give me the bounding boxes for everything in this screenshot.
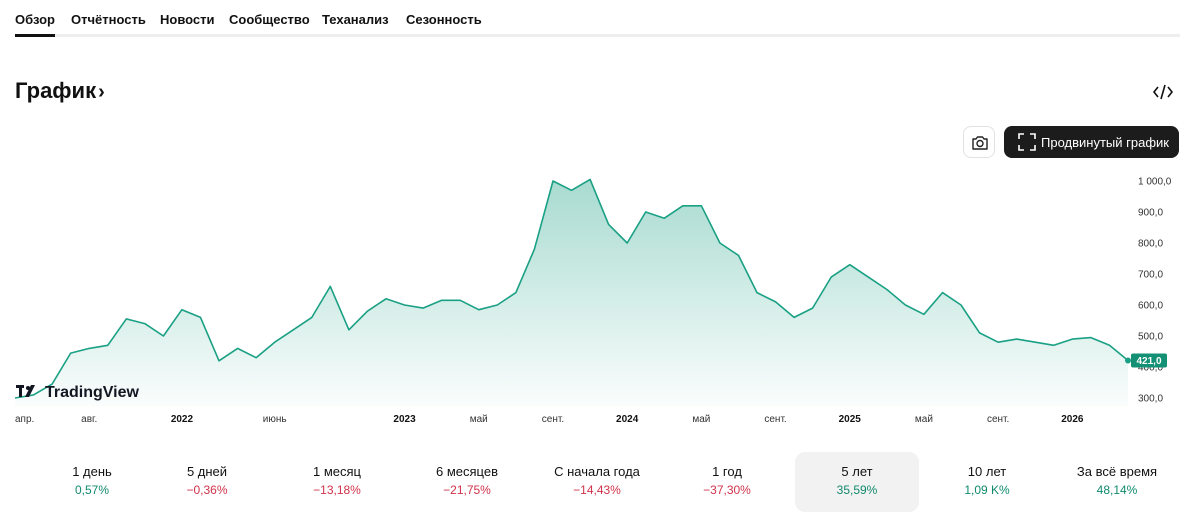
last-price-label: 421,0: [1136, 356, 1161, 367]
code-embed-icon: [1152, 84, 1174, 100]
period-1-month[interactable]: 1 месяц −13,18%: [275, 452, 399, 512]
x-tick-label: 2024: [616, 414, 639, 425]
period-5-years[interactable]: 5 лет 35,59%: [795, 452, 919, 512]
period-label: 5 дней: [186, 464, 228, 479]
period-10-years[interactable]: 10 лет 1,09 K%: [925, 452, 1049, 512]
period-change: 35,59%: [836, 483, 878, 497]
x-axis: апр. авг. 2022 июнь 2023 май сент. 2024 май сент.…: [15, 414, 1084, 425]
x-tick-label: 2025: [839, 414, 862, 425]
tab-reports[interactable]: Отчётность: [71, 12, 146, 27]
x-tick-label: сент.: [542, 414, 564, 425]
period-selector: 1 день 0,57% 5 дней −0,36% 1 месяц −13,1…: [0, 452, 1200, 512]
tab-community[interactable]: Сообщество: [229, 12, 310, 27]
x-tick-label: 2023: [393, 414, 416, 425]
x-tick-label: 2022: [171, 414, 194, 425]
x-tick-label: сент.: [987, 414, 1009, 425]
period-label: 1 день: [72, 464, 112, 479]
period-label: 6 месяцев: [436, 464, 498, 479]
x-tick-label: май: [470, 414, 488, 425]
camera-icon: [972, 136, 988, 150]
tab-technical-analysis[interactable]: Теханализ: [322, 12, 389, 27]
tab-bar-divider: [15, 34, 1180, 37]
y-tick-label: 900,0: [1138, 208, 1163, 219]
tradingview-wordmark: TradingView: [45, 384, 140, 401]
screenshot-button[interactable]: [963, 126, 995, 158]
period-change: −21,75%: [443, 483, 491, 497]
period-change: −37,30%: [703, 483, 751, 497]
period-change: 1,09 K%: [964, 483, 1010, 497]
y-tick-label: 300,0: [1138, 394, 1163, 405]
price-chart[interactable]: 300,0400,0500,0600,0700,0800,0900,01 000…: [0, 160, 1200, 440]
advanced-chart-label: Продвинутый график: [1041, 135, 1169, 150]
period-change: −13,18%: [313, 483, 361, 497]
embed-code-button[interactable]: [1152, 82, 1174, 102]
y-axis: 300,0400,0500,0600,0700,0800,0900,01 000…: [1138, 177, 1172, 405]
period-label: 10 лет: [967, 464, 1007, 479]
period-change: 48,14%: [1096, 483, 1138, 497]
y-tick-label: 600,0: [1138, 301, 1163, 312]
period-label: 1 месяц: [313, 464, 361, 479]
tab-seasonality[interactable]: Сезонность: [406, 12, 482, 27]
last-price-marker: [1125, 357, 1131, 364]
x-tick-label: май: [915, 414, 933, 425]
last-price-badge: 421,0: [1131, 353, 1167, 368]
x-tick-label: май: [692, 414, 710, 425]
period-label: За всё время: [1076, 464, 1158, 479]
x-tick-label: сент.: [764, 414, 786, 425]
tab-news[interactable]: Новости: [160, 12, 215, 27]
chevron-right-icon: ›: [98, 81, 105, 103]
period-change: −14,43%: [573, 483, 621, 497]
period-1-year[interactable]: 1 год −37,30%: [665, 452, 789, 512]
period-ytd[interactable]: С начала года −14,43%: [535, 452, 659, 512]
price-area-fill: [15, 179, 1128, 406]
x-tick-label: июнь: [263, 414, 287, 425]
x-tick-label: апр.: [15, 414, 34, 425]
period-label: С начала года: [554, 464, 640, 479]
chart-section-title[interactable]: График ›: [15, 78, 105, 104]
y-tick-label: 800,0: [1138, 239, 1163, 250]
x-tick-label: 2026: [1061, 414, 1084, 425]
period-1-day[interactable]: 1 день 0,57%: [30, 452, 154, 512]
period-5-days[interactable]: 5 дней −0,36%: [145, 452, 269, 512]
tab-overview[interactable]: Обзор: [15, 12, 55, 37]
fullscreen-icon: [1018, 133, 1036, 151]
y-tick-label: 500,0: [1138, 332, 1163, 343]
period-change: 0,57%: [74, 483, 110, 497]
period-change: −0,36%: [186, 483, 228, 497]
advanced-chart-button[interactable]: Продвинутый график: [1004, 126, 1179, 158]
period-label: 5 лет: [841, 464, 873, 479]
x-tick-label: авг.: [81, 414, 97, 425]
period-6-months[interactable]: 6 месяцев −21,75%: [405, 452, 529, 512]
y-tick-label: 1 000,0: [1138, 177, 1172, 188]
chart-section-title-text: График: [15, 78, 97, 103]
period-all-time[interactable]: За всё время 48,14%: [1055, 452, 1179, 512]
tab-bar: Обзор Отчётность Новости Сообщество Теха…: [0, 0, 1180, 38]
period-label: 1 год: [712, 464, 742, 479]
y-tick-label: 700,0: [1138, 270, 1163, 281]
